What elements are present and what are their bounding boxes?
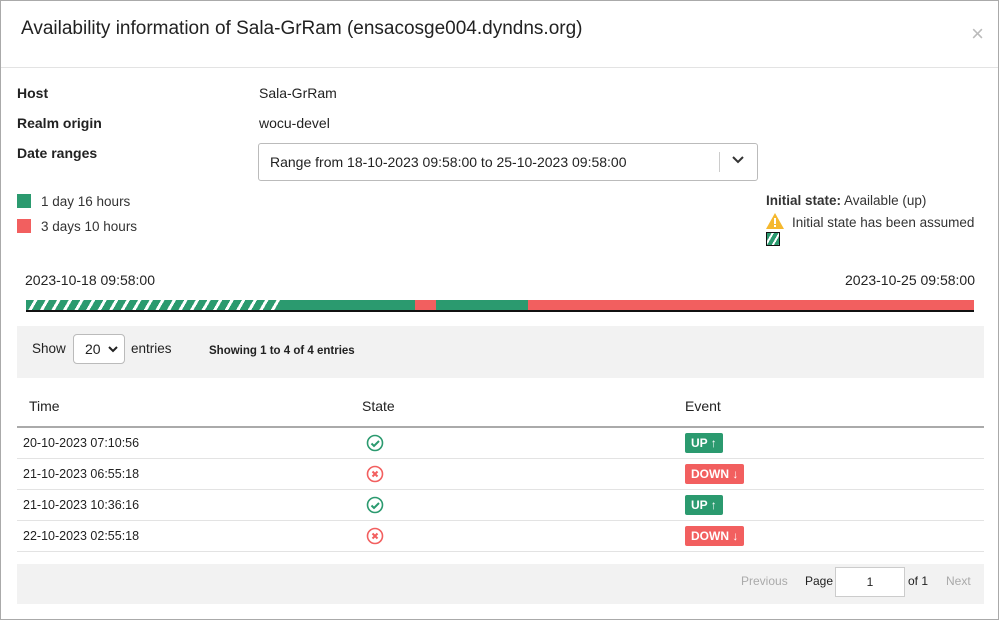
- initial-state: Initial state: Available (up): [766, 193, 926, 208]
- legend-down: 3 days 10 hours: [17, 219, 137, 234]
- entries-label: entries: [131, 341, 172, 356]
- date-range-value: Range from 18-10-2023 09:58:00 to 25-10-…: [270, 154, 627, 170]
- down-swatch: [17, 219, 31, 233]
- warning-icon: [766, 213, 784, 229]
- legend-down-label: 3 days 10 hours: [41, 219, 138, 234]
- chevron-down-icon[interactable]: [731, 152, 745, 169]
- event-cell: DOWN ↓: [673, 520, 984, 552]
- availability-timeline: [26, 300, 974, 312]
- table-row: 21-10-2023 06:55:18 DOWN ↓: [17, 458, 984, 490]
- realm-label: Realm origin: [17, 115, 102, 131]
- pagination: Previous Page 1 of 1 Next: [17, 564, 984, 604]
- event-badge: UP ↑: [685, 495, 723, 515]
- check-circle-icon: [366, 434, 384, 452]
- event-cell: DOWN ↓: [673, 458, 984, 490]
- assumed-note: Initial state has been assumed: [766, 213, 974, 230]
- table-row: 20-10-2023 07:10:56 UP ↑: [17, 427, 984, 459]
- timeline-segment-up: [281, 300, 416, 310]
- page-input[interactable]: 1: [835, 567, 905, 597]
- table-toolbar: Show 20 entries Showing 1 to 4 of 4 entr…: [17, 326, 984, 378]
- event-time: 20-10-2023 07:10:56: [17, 427, 340, 459]
- check-circle-icon: [366, 496, 384, 514]
- timeline-segment-up: [435, 300, 528, 310]
- timeline-segment-assumed: [26, 300, 282, 310]
- x-circle-icon: [366, 527, 384, 545]
- legend-up-label: 1 day 16 hours: [41, 194, 131, 209]
- event-badge: DOWN ↓: [685, 526, 745, 546]
- event-cell: UP ↑: [673, 489, 984, 521]
- assumed-pattern-icon: [766, 232, 780, 246]
- state-cell: [340, 520, 673, 552]
- state-cell: [340, 427, 673, 459]
- timeline-segment-down: [415, 300, 436, 310]
- modal-header: Availability information of Sala-GrRam (…: [1, 1, 998, 68]
- event-time: 22-10-2023 02:55:18: [17, 520, 340, 552]
- table-row: 22-10-2023 02:55:18 DOWN ↓: [17, 520, 984, 552]
- x-circle-icon: [366, 465, 384, 483]
- availability-modal: Availability information of Sala-GrRam (…: [0, 0, 999, 620]
- host-label: Host: [17, 85, 49, 101]
- entries-select[interactable]: 20: [73, 334, 125, 364]
- event-time: 21-10-2023 10:36:16: [17, 489, 340, 521]
- event-time: 21-10-2023 06:55:18: [17, 458, 340, 490]
- show-label: Show: [32, 341, 66, 356]
- close-icon[interactable]: ×: [971, 21, 984, 47]
- date-range-select[interactable]: Range from 18-10-2023 09:58:00 to 25-10-…: [258, 143, 758, 181]
- chevron-down-icon: [108, 346, 118, 353]
- up-swatch: [17, 194, 31, 208]
- legend-up: 1 day 16 hours: [17, 194, 130, 209]
- timeline-segment-down: [527, 300, 974, 310]
- timeline-end: 2023-10-25 09:58:00: [845, 272, 975, 288]
- host-value: Sala-GrRam: [259, 85, 337, 101]
- timeline-start: 2023-10-18 09:58:00: [25, 272, 155, 288]
- previous-button[interactable]: Previous: [741, 574, 788, 588]
- events-table: Time State Event 20-10-2023 07:10:56 UP ↑…: [17, 386, 984, 552]
- column-time[interactable]: Time: [17, 386, 340, 428]
- realm-value: wocu-devel: [259, 115, 330, 131]
- entries-value: 20: [85, 341, 101, 357]
- column-event[interactable]: Event: [673, 386, 984, 428]
- event-badge: UP ↑: [685, 433, 723, 453]
- state-cell: [340, 458, 673, 490]
- table-info: Showing 1 to 4 of 4 entries: [209, 345, 355, 357]
- date-ranges-label: Date ranges: [17, 145, 98, 161]
- page-count: of 1: [908, 574, 929, 588]
- state-cell: [340, 489, 673, 521]
- column-state[interactable]: State: [340, 386, 673, 428]
- initial-state-value: Available (up): [844, 193, 927, 208]
- initial-state-label: Initial state:: [766, 193, 842, 208]
- page-label: Page: [805, 574, 834, 588]
- modal-title: Availability information of Sala-GrRam (…: [21, 18, 583, 39]
- next-button[interactable]: Next: [946, 574, 971, 588]
- divider: [719, 152, 720, 172]
- table-row: 21-10-2023 10:36:16 UP ↑: [17, 489, 984, 521]
- assumed-text: Initial state has been assumed: [792, 215, 975, 230]
- event-cell: UP ↑: [673, 427, 984, 459]
- event-badge: DOWN ↓: [685, 464, 745, 484]
